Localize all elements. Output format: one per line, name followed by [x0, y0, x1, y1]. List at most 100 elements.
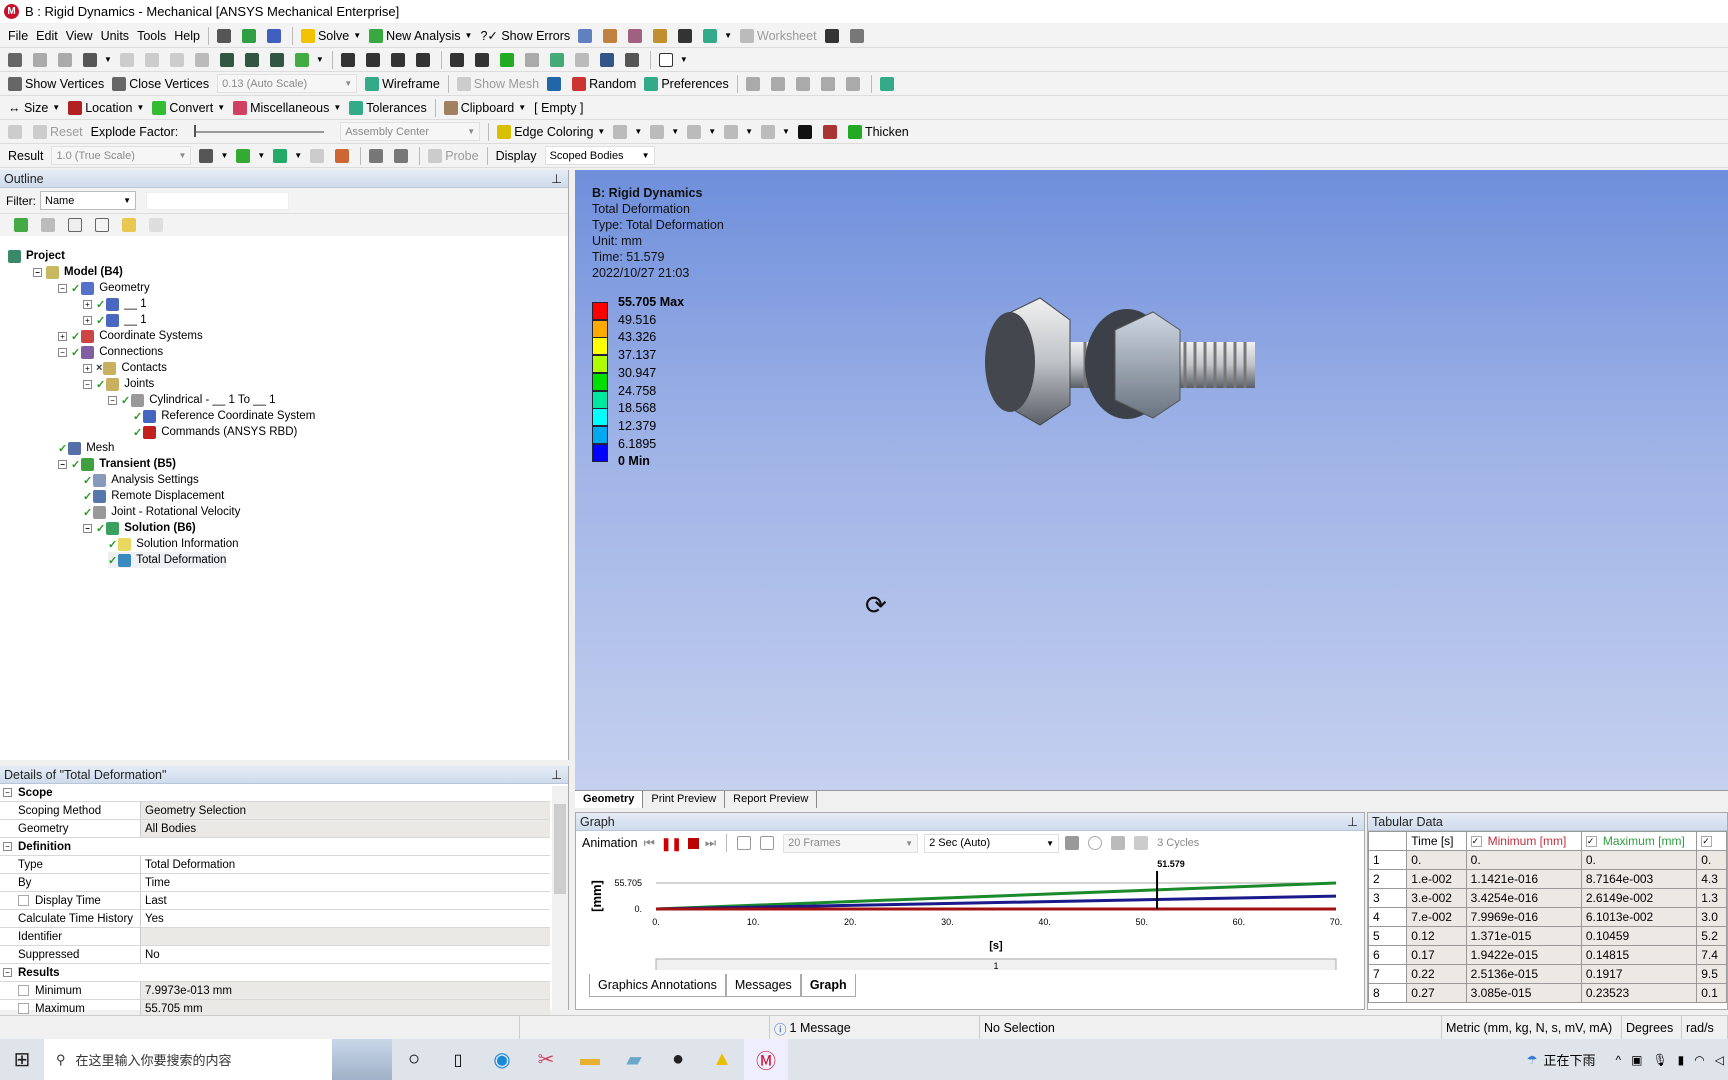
weather-text[interactable]: 正在下雨	[1543, 1050, 1595, 1069]
thicken-button[interactable]: Thicken	[844, 121, 913, 143]
refresh-icon[interactable]	[14, 218, 28, 232]
window-button[interactable]: ▼	[655, 49, 692, 71]
reset-button[interactable]: Reset	[29, 121, 87, 143]
view-button[interactable]: View	[62, 25, 97, 47]
edge-0-button[interactable]: ▼	[609, 121, 646, 143]
help-button[interactable]: Help	[170, 25, 204, 47]
tab-messages[interactable]: Messages	[725, 974, 801, 997]
triad-4-button[interactable]	[817, 73, 842, 95]
file-explorer-icon[interactable]: ▬	[568, 1039, 612, 1080]
tolerances-button[interactable]: Tolerances	[345, 97, 430, 119]
pin-button[interactable]	[794, 121, 819, 143]
triad-5-button[interactable]	[842, 73, 867, 95]
cursor-button[interactable]: ▼	[79, 49, 116, 71]
body-button[interactable]	[191, 49, 216, 71]
select-button[interactable]	[4, 49, 29, 71]
hide-button[interactable]	[571, 49, 596, 71]
network-icon[interactable]: ▣	[1631, 1053, 1642, 1067]
units-button[interactable]: Units	[97, 25, 133, 47]
explode-factor-slider[interactable]	[194, 124, 325, 137]
taskbar-search[interactable]: ⚲ 在这里输入你要搜索的内容	[44, 1039, 332, 1080]
details-scrollbar[interactable]	[552, 786, 568, 1010]
solve-button[interactable]: Solve ▼	[297, 25, 365, 47]
collapse-tree-icon[interactable]	[68, 218, 82, 232]
collapse-icon[interactable]: −	[83, 379, 92, 389]
pin-icon[interactable]: ⊥	[551, 767, 562, 782]
tree-item-1[interactable]: + ✓ __ 1	[83, 296, 147, 312]
display-button[interactable]: Display	[492, 145, 541, 167]
iso-button[interactable]	[546, 49, 571, 71]
probe-button[interactable]: Probe	[424, 145, 482, 167]
table-button[interactable]	[574, 25, 599, 47]
collapse-icon[interactable]: −	[83, 523, 92, 533]
folder-icon[interactable]	[122, 218, 136, 232]
select-3-button[interactable]	[54, 49, 79, 71]
tab-report-preview[interactable]: Report Preview	[725, 791, 818, 808]
tree-item-transient-b5[interactable]: − ✓ Transient (B5)	[58, 456, 176, 472]
cortana-icon[interactable]: ○	[392, 1039, 436, 1080]
result-button[interactable]: Result	[4, 145, 47, 167]
triad-2-button[interactable]	[767, 73, 792, 95]
previous-view-button[interactable]	[496, 49, 521, 71]
slider-handle[interactable]	[194, 124, 197, 137]
windows-start-icon[interactable]: ⊞	[0, 1039, 44, 1080]
tree-item-commands-ansys-rbd[interactable]: ✓ Commands (ANSYS RBD)	[133, 424, 297, 440]
pin-icon[interactable]: ⊥	[551, 171, 562, 186]
eraser-icon[interactable]	[41, 218, 55, 232]
location-button[interactable]: Location ▼	[64, 97, 148, 119]
notes-icon[interactable]: ▰	[612, 1039, 656, 1080]
tree-item-contacts[interactable]: + × Contacts	[83, 360, 167, 376]
parameter-checkbox[interactable]	[18, 1003, 29, 1014]
tree-item-solution-information[interactable]: ✓ Solution Information	[108, 536, 239, 552]
column-header[interactable]: Time [s]	[1406, 831, 1467, 851]
stop-icon[interactable]	[687, 837, 699, 849]
random-button[interactable]: Random	[568, 73, 640, 95]
tools-button[interactable]: Tools	[133, 25, 170, 47]
details-row-scoping-method[interactable]: Scoping Method Geometry Selection	[0, 802, 550, 820]
explode-factor-button[interactable]: Explode Factor:	[87, 121, 183, 143]
expand-icon[interactable]: +	[83, 315, 92, 325]
new-analysis-button[interactable]: New Analysis ▼	[365, 25, 476, 47]
property-value[interactable]: Time	[141, 874, 550, 891]
edge-icon[interactable]: ◉	[480, 1039, 524, 1080]
contours-button[interactable]: ▼	[232, 145, 269, 167]
vertex-button[interactable]	[116, 49, 141, 71]
previous-frame-icon[interactable]: ⏮	[644, 836, 655, 851]
edges-button[interactable]: ▼	[269, 145, 306, 167]
check-button[interactable]	[238, 25, 263, 47]
triad-1-button[interactable]	[742, 73, 767, 95]
details-row-minimum[interactable]: Minimum 7.9973e-013 mm	[0, 982, 550, 1000]
mesh-button[interactable]	[649, 25, 674, 47]
expand-icon[interactable]: +	[83, 363, 92, 373]
collapse-icon[interactable]: −	[3, 968, 12, 977]
show-errors-button[interactable]: ?✓ Show Errors	[476, 25, 574, 47]
collapse-icon[interactable]: −	[58, 347, 67, 357]
property-value[interactable]: No	[141, 946, 550, 963]
volume-icon[interactable]: ◁	[1715, 1053, 1724, 1067]
microphone-icon[interactable]: 🎙	[1652, 1053, 1667, 1067]
table-row[interactable]: 8 0.27 3.085e-015 0.23523 0.1	[1367, 983, 1727, 1003]
tree-item-analysis-settings[interactable]: ✓ Analysis Settings	[83, 472, 199, 488]
show-mesh-button[interactable]: Show Mesh	[453, 73, 543, 95]
details-group-results[interactable]: − Results	[0, 964, 550, 982]
zoom-box-button[interactable]	[412, 49, 437, 71]
sort-az-icon[interactable]	[149, 218, 163, 232]
tree-item-solution-b6[interactable]: − ✓ Solution (B6)	[83, 520, 196, 536]
vector-button[interactable]	[306, 145, 331, 167]
ansys-workbench-icon[interactable]: ▲	[700, 1039, 744, 1080]
max-button[interactable]	[365, 145, 390, 167]
details-row-calculate-time-history[interactable]: Calculate Time History Yes	[0, 910, 550, 928]
expand-icon[interactable]: +	[58, 331, 67, 341]
miscellaneous-button[interactable]: Miscellaneous ▼	[229, 97, 345, 119]
distributed-icon[interactable]	[737, 836, 752, 850]
frames-select[interactable]: 20 Frames ▼	[783, 833, 919, 853]
box-select-2-button[interactable]	[241, 49, 266, 71]
property-value[interactable]: Yes	[141, 910, 550, 927]
tree-item-project[interactable]: Project	[8, 248, 65, 264]
edge-1-button[interactable]: ▼	[646, 121, 683, 143]
tree-item-reference-coordinate-system[interactable]: ✓ Reference Coordinate System	[133, 408, 315, 424]
tree-item-model-b4[interactable]: − Model (B4)	[33, 264, 123, 280]
pointer-button[interactable]	[821, 25, 846, 47]
chart-button[interactable]	[599, 25, 624, 47]
details-group-definition[interactable]: − Definition	[0, 838, 550, 856]
